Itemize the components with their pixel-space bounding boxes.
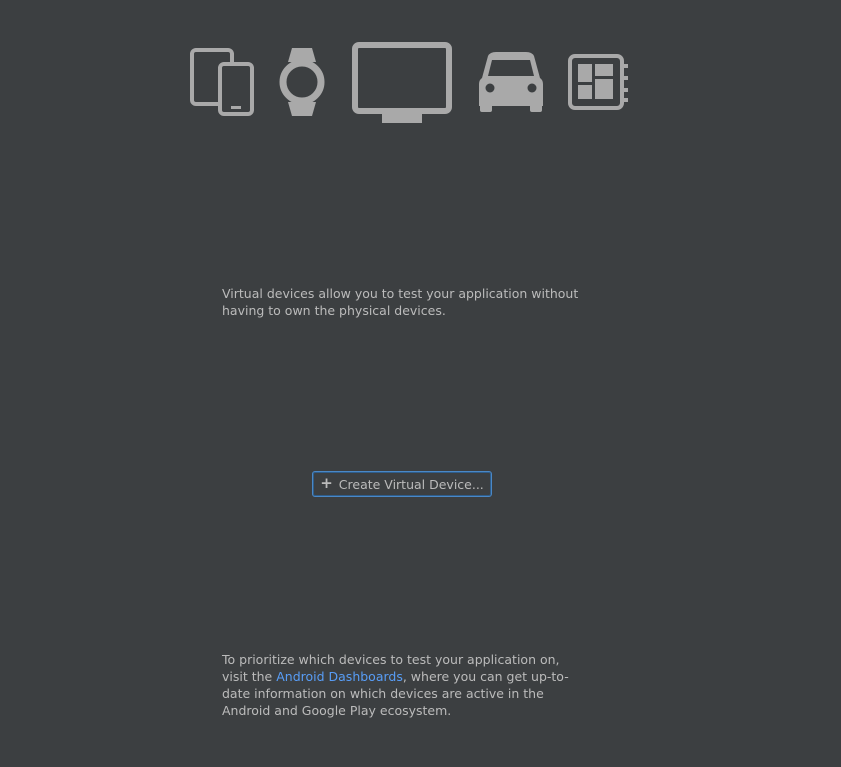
tv-icon: [352, 42, 452, 123]
android-dashboards-link[interactable]: Android Dashboards: [276, 669, 403, 684]
plus-icon: +: [320, 473, 333, 492]
dashboards-info-text: To prioritize which devices to test your…: [222, 651, 582, 719]
car-icon: [479, 52, 543, 112]
create-virtual-device-label: Create Virtual Device...: [338, 476, 484, 492]
wear-watch-icon: [279, 48, 325, 116]
virtual-devices-description: Virtual devices allow you to test your a…: [222, 286, 579, 318]
avd-manager-empty-state: Virtual devices allow you to test your a…: [0, 0, 841, 767]
things-board-icon: [568, 54, 628, 110]
device-category-icons: [0, 0, 841, 130]
create-virtual-device-button[interactable]: + Create Virtual Device...: [312, 471, 492, 497]
phone-tablet-icon: [190, 48, 254, 116]
